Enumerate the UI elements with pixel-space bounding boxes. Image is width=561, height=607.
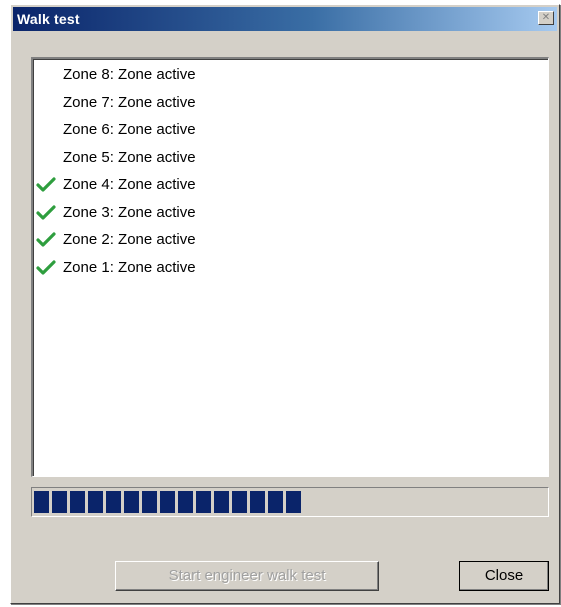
walk-test-dialog: Walk test ✕ Zone 8: Zone active Zone 7: …	[10, 4, 560, 604]
zone-label: Zone 5: Zone active	[63, 148, 196, 166]
walk-test-progress-bar	[31, 487, 549, 517]
zone-label: Zone 6: Zone active	[63, 121, 196, 138]
dialog-title: Walk test	[17, 11, 80, 27]
zone-label: Zone 3: Zone active	[63, 203, 196, 221]
zone-label: Zone 1: Zone active	[63, 258, 196, 276]
zone-list-item[interactable]: Zone 8: Zone active	[33, 61, 548, 89]
start-engineer-walk-test-button[interactable]: Start engineer walk test	[115, 561, 379, 591]
check-icon	[36, 177, 56, 192]
zone-list-item[interactable]: Zone 5: Zone active	[33, 144, 548, 172]
progress-fill	[34, 491, 301, 513]
zone-list-item[interactable]: Zone 2: Zone active	[33, 226, 548, 254]
zone-label: Zone 8: Zone active	[63, 66, 196, 83]
check-icon	[36, 259, 56, 275]
title-bar[interactable]: Walk test ✕	[13, 7, 557, 31]
zone-label: Zone 4: Zone active	[63, 176, 196, 193]
zone-list-item[interactable]: Zone 3: Zone active	[33, 199, 548, 227]
check-icon	[36, 204, 56, 220]
check-icon	[36, 232, 56, 247]
close-icon: ✕	[541, 12, 551, 23]
zone-label: Zone 7: Zone active	[63, 93, 196, 111]
zone-list-item[interactable]: Zone 1: Zone active	[33, 254, 548, 282]
zone-list-item[interactable]: Zone 6: Zone active	[33, 116, 548, 144]
zone-list[interactable]: Zone 8: Zone active Zone 7: Zone active …	[31, 57, 549, 477]
title-close-button[interactable]: ✕	[538, 11, 554, 25]
zone-list-item[interactable]: Zone 4: Zone active	[33, 171, 548, 199]
zone-label: Zone 2: Zone active	[63, 231, 196, 248]
zone-list-item[interactable]: Zone 7: Zone active	[33, 89, 548, 117]
close-button[interactable]: Close	[459, 561, 549, 591]
